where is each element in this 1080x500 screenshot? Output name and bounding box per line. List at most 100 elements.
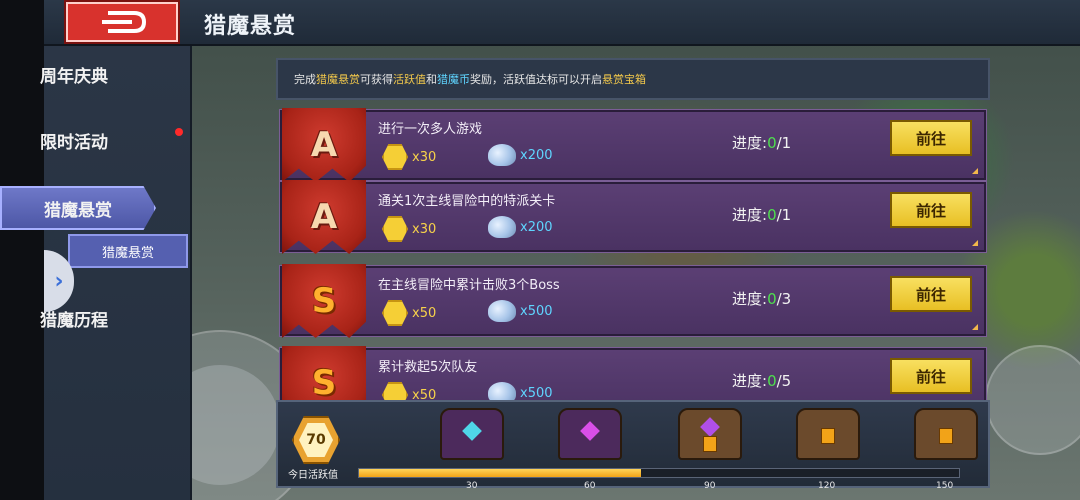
sidebar-item-label: 限时活动 [40,132,108,153]
go-button[interactable]: 前往 [890,358,972,394]
quest-card: S 累计救起5次队友 x50 x500 进度:0/5 前往 [279,346,987,404]
sidebar-item-bounty[interactable]: 猎魔悬赏 [0,186,156,230]
lock-icon [703,436,717,452]
ore-amount: x500 [520,303,553,319]
quest-progress: 进度:0/5 [732,370,791,391]
gem-icon [462,421,482,441]
reward-chest[interactable] [796,408,860,460]
banner-text: 和 [426,73,437,86]
quest-progress: 进度:0/3 [732,288,791,309]
rank-badge: S [282,264,366,338]
sidebar-item-label: 周年庆典 [40,66,108,87]
banner-highlight: 活跃值 [393,73,426,86]
quest-card: A 通关1次主线冒险中的特派关卡 x30 x200 进度:0/1 前往 [279,180,987,254]
go-button[interactable]: 前往 [890,276,972,312]
banner-highlight: 猎魔悬赏 [316,73,360,86]
sidebar-item-anniversary[interactable]: 周年庆典 [0,52,148,96]
ore-icon [488,300,516,322]
progress-prefix: 进度: [732,206,768,224]
milestone-label: 30 [466,481,478,491]
progress-current: 0 [767,372,777,390]
progress-total: /1 [776,134,792,152]
quest-card: S 在主线冒险中累计击败3个Boss x50 x500 进度:0/3 前往 [279,264,987,338]
quest-title: 通关1次主线冒险中的特派关卡 [378,194,556,209]
activity-label: 今日活跃值 [288,470,338,481]
ore-icon [488,144,516,166]
sidebar-subitem-label: 猎魔悬赏 [101,245,154,261]
reward-chest[interactable] [440,408,504,460]
banner-text: 可获得 [360,73,393,86]
milestone-label: 90 [704,481,716,491]
ore-reward: x200 [488,216,553,238]
ore-reward: x200 [488,144,553,166]
quest-title: 累计救起5次队友 [378,360,478,375]
coin-amount: x50 [412,305,437,321]
rank-letter: A [310,197,338,237]
coin-icon [382,144,408,170]
progress-total: /3 [776,290,792,308]
reward-chest[interactable] [914,408,978,460]
corner-marker [972,240,978,246]
reward-chest[interactable] [678,408,742,460]
gem-icon [580,421,600,441]
ore-reward: x500 [488,300,553,322]
coin-amount: x30 [412,149,437,165]
sidebar-subitem-bounty[interactable]: 猎魔悬赏 [68,234,188,268]
notification-dot [175,128,183,136]
reward-chest[interactable] [558,408,622,460]
page-title: 猎魔悬赏 [204,14,297,39]
coin-reward: x30 [382,144,436,170]
coin-icon [382,216,408,242]
activity-progress-fill [359,469,641,477]
quest-title: 在主线冒险中累计击败3个Boss [378,278,560,293]
go-button[interactable]: 前往 [890,120,972,156]
progress-prefix: 进度: [732,290,768,308]
milestone-label: 150 [936,481,954,491]
rank-letter: S [311,281,337,321]
progress-current: 0 [767,206,777,224]
sidebar-item-label: 猎魔悬赏 [44,200,112,221]
milestone-label: 120 [818,481,836,491]
quest-card: A 进行一次多人游戏 x30 x200 进度:0/1 前往 [279,108,987,182]
sidebar-item-journey[interactable]: 猎魔历程 [0,296,148,340]
activity-panel: 70 今日活跃值 30 60 90 120 150 [276,400,990,491]
activity-progress-bar [358,468,960,478]
rank-badge: A [282,180,366,254]
ore-amount: x200 [520,219,553,235]
quest-progress: 进度:0/1 [732,204,791,225]
activity-medal-icon: 70 [292,416,340,464]
quest-progress: 进度:0/1 [732,132,791,153]
rank-letter: A [310,125,338,165]
progress-current: 0 [767,134,777,152]
sidebar-item-limited-event[interactable]: 限时活动 [0,118,148,162]
quest-title: 进行一次多人游戏 [378,122,483,137]
chevron-right-icon: › [54,268,64,294]
progress-total: /5 [776,372,792,390]
corner-marker [972,324,978,330]
banner-text: 完成 [294,73,316,86]
progress-prefix: 进度: [732,134,768,152]
coin-amount: x30 [412,221,437,237]
info-banner: 完成 猎魔悬赏 可获得 活跃值和猎魔币 奖励，活跃值达标可以开启 悬赏宝箱 [276,58,990,100]
lock-icon [821,428,835,444]
progress-prefix: 进度: [732,372,768,390]
coin-icon [382,300,408,326]
banner-highlight: 悬赏宝箱 [602,73,646,86]
back-button[interactable] [64,0,180,44]
back-arrow-icon [102,11,147,33]
corner-marker [972,168,978,174]
ore-amount: x200 [520,147,553,163]
rank-letter: S [311,363,337,403]
ore-amount: x500 [520,385,553,401]
title-bar [44,0,1080,46]
coin-reward: x50 [382,300,436,326]
ore-icon [488,216,516,238]
banner-highlight: 猎魔币 [437,73,470,86]
lock-icon [939,428,953,444]
go-button[interactable]: 前往 [890,192,972,228]
rank-badge: S [282,346,366,404]
quest-list[interactable]: A 进行一次多人游戏 x30 x200 进度:0/1 前往 A 通关1次主线冒险… [276,108,990,404]
progress-total: /1 [776,206,792,224]
banner-text: 奖励，活跃值达标可以开启 [470,73,602,86]
progress-current: 0 [767,290,777,308]
